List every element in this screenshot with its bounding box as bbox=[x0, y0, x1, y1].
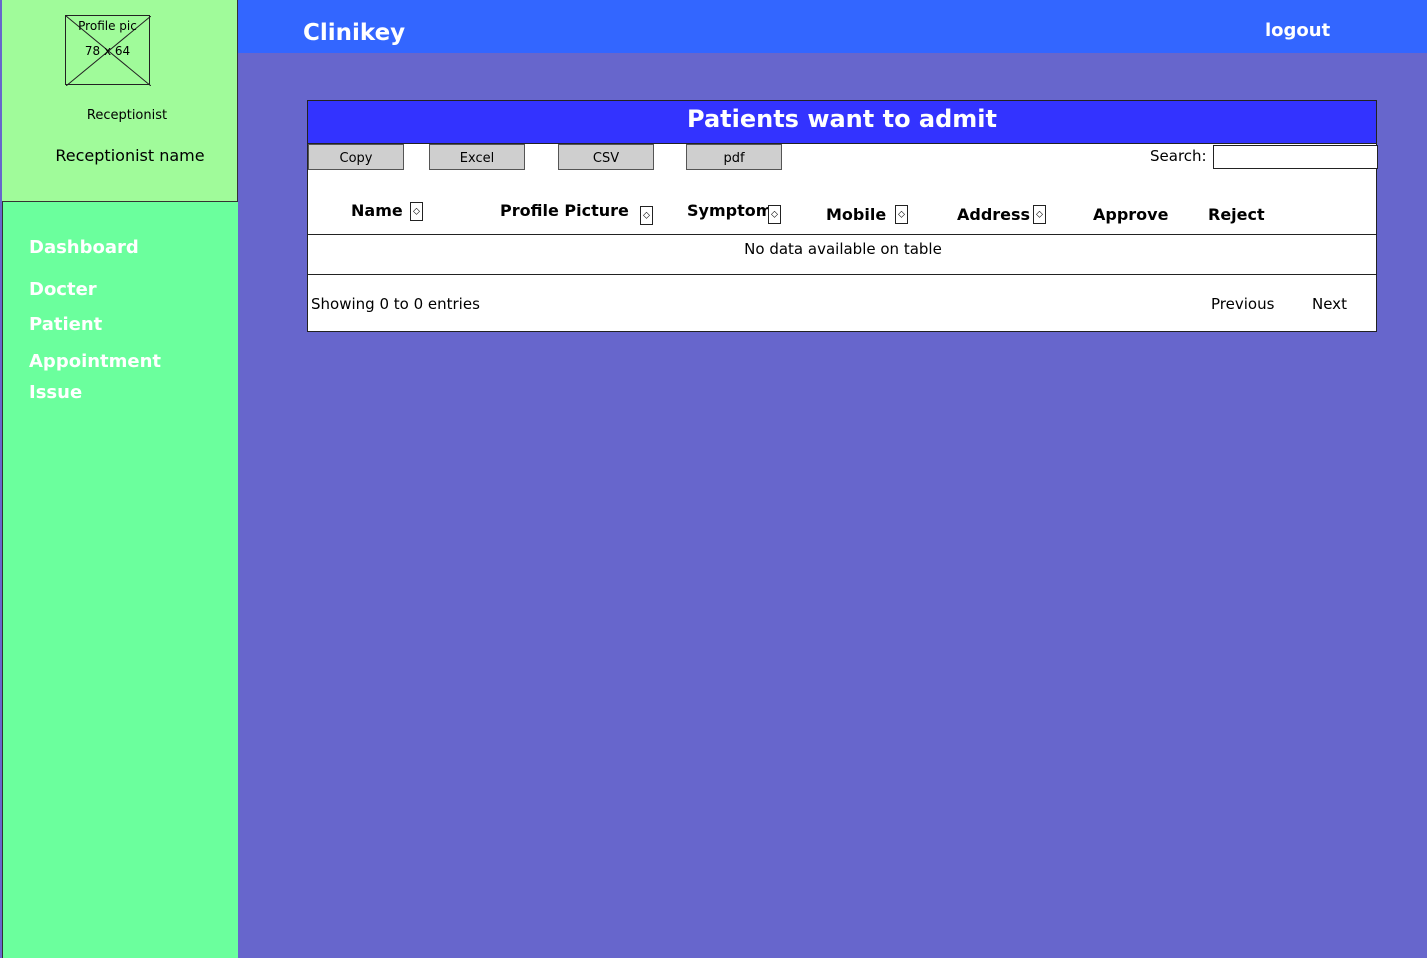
csv-button[interactable]: CSV bbox=[558, 144, 654, 170]
user-role: Receptionist bbox=[86, 108, 168, 123]
sidebar-nav: Dashboard Docter Patient Appointment Iss… bbox=[2, 202, 238, 958]
previous-page-link[interactable]: Previous bbox=[1211, 295, 1274, 313]
pdf-button[interactable]: pdf bbox=[686, 144, 782, 170]
avatar-size: 78 x 64 bbox=[84, 44, 131, 58]
next-page-link[interactable]: Next bbox=[1312, 295, 1347, 313]
panel-title: Patients want to admit bbox=[308, 101, 1376, 144]
copy-button[interactable]: Copy bbox=[308, 144, 404, 170]
logout-link[interactable]: logout bbox=[1265, 20, 1330, 41]
body-divider bbox=[308, 274, 1376, 275]
column-header-symptom[interactable]: Symptom bbox=[687, 201, 772, 220]
column-header-reject: Reject bbox=[1208, 205, 1265, 224]
sort-icon[interactable]: ⬦ bbox=[1033, 205, 1046, 224]
column-header-approve: Approve bbox=[1093, 205, 1169, 224]
column-header-profile-picture[interactable]: Profile Picture bbox=[500, 201, 629, 220]
top-bar: Clinikey logout bbox=[238, 0, 1427, 53]
header-divider bbox=[308, 234, 1376, 235]
sort-icon[interactable]: ⬦ bbox=[410, 202, 423, 221]
avatar-label: Profile pic bbox=[78, 19, 137, 33]
sidebar-profile: Profile pic 78 x 64 Receptionist Recepti… bbox=[2, 0, 238, 202]
patients-table-panel: Patients want to admit Copy Excel CSV pd… bbox=[307, 100, 1378, 332]
column-header-address[interactable]: Address bbox=[957, 205, 1030, 224]
search-input[interactable] bbox=[1213, 145, 1378, 169]
sort-icon[interactable]: ⬦ bbox=[640, 206, 653, 225]
brand-title: Clinikey bbox=[303, 20, 406, 46]
search-label: Search: bbox=[1150, 147, 1207, 165]
sidebar-item-issue[interactable]: Issue bbox=[29, 382, 82, 403]
column-header-name[interactable]: Name bbox=[351, 201, 403, 220]
excel-button[interactable]: Excel bbox=[429, 144, 525, 170]
sort-icon[interactable]: ⬦ bbox=[768, 205, 781, 224]
sidebar-item-patient[interactable]: Patient bbox=[29, 314, 102, 335]
avatar: Profile pic 78 x 64 bbox=[65, 15, 151, 86]
entries-info: Showing 0 to 0 entries bbox=[311, 295, 480, 313]
sidebar-item-appointment[interactable]: Appointment bbox=[29, 351, 161, 372]
sort-icon[interactable]: ⬦ bbox=[895, 205, 908, 224]
sidebar-item-docter[interactable]: Docter bbox=[29, 279, 97, 300]
empty-table-message: No data available on table bbox=[744, 240, 942, 258]
sidebar-item-dashboard[interactable]: Dashboard bbox=[29, 237, 139, 258]
user-name: Receptionist name bbox=[55, 146, 205, 165]
column-header-mobile[interactable]: Mobile bbox=[826, 205, 886, 224]
